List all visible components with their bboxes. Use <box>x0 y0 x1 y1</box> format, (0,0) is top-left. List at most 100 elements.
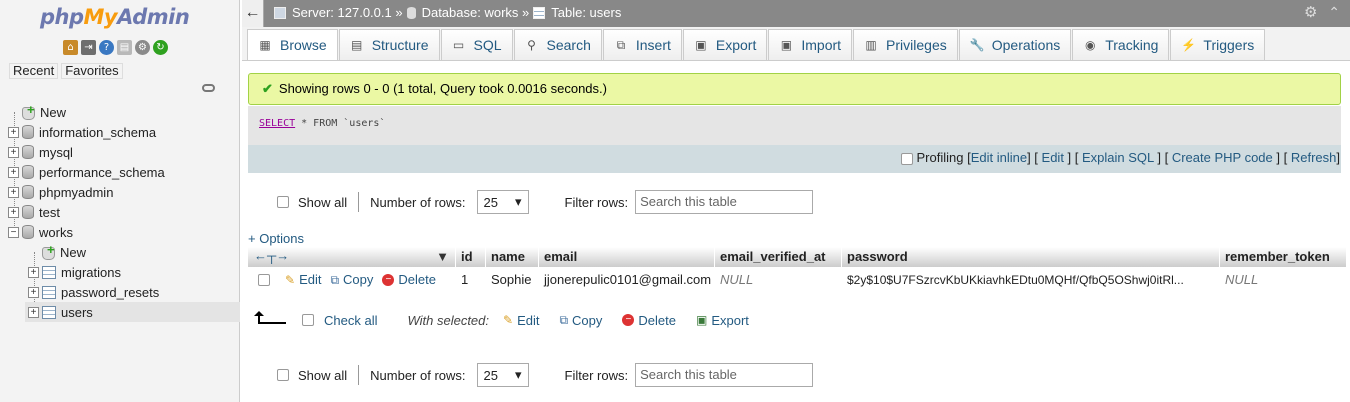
cell-email[interactable]: jjonerepulic0101@gmail.com <box>539 268 715 292</box>
edit-inline-link[interactable]: Edit inline <box>971 150 1027 165</box>
tab-tracking[interactable]: ◉ Tracking <box>1072 29 1170 60</box>
cell-remember-token[interactable]: NULL <box>1220 268 1347 292</box>
logout-icon[interactable]: ⇥ <box>81 40 96 55</box>
number-of-rows-value: 25 <box>483 194 498 210</box>
reload-icon[interactable]: ↻ <box>153 40 168 55</box>
database-icon <box>406 6 416 19</box>
tab-browse[interactable]: ▦ Browse <box>247 29 338 60</box>
breadcrumb-server[interactable]: Server: 127.0.0.1 » <box>292 5 403 20</box>
tree-item-works[interactable]: − works <box>8 222 240 242</box>
show-all-checkbox[interactable] <box>277 369 289 381</box>
settings-gear-icon[interactable]: ⚙ <box>135 40 150 55</box>
favorites-button[interactable]: Favorites <box>61 63 123 79</box>
column-header-email[interactable]: email <box>539 247 715 267</box>
bulk-delete-button[interactable]: − Delete <box>622 313 676 328</box>
phpmyadmin-logo[interactable]: phpMyAdmin <box>40 5 190 29</box>
bulk-export-button[interactable]: ▣ Export <box>696 313 749 328</box>
page-settings-gear-icon[interactable]: ⚙ <box>1304 5 1320 21</box>
bulk-copy-button[interactable]: ⧉ Copy <box>559 313 602 328</box>
tree-item-information-schema[interactable]: + information_schema <box>8 122 240 142</box>
tab-privileges[interactable]: ▥ Privileges <box>853 29 958 60</box>
tree-item-performance-schema[interactable]: + performance_schema <box>8 162 240 182</box>
options-link[interactable]: + Options <box>248 231 304 246</box>
edit-query-link[interactable]: Edit <box>1042 150 1064 165</box>
column-header-id[interactable]: id <box>456 247 486 267</box>
tree-item-label: test <box>39 204 60 220</box>
tab-export[interactable]: ▣ Export <box>682 29 768 60</box>
tree-item-works-new[interactable]: New <box>8 242 240 262</box>
tree-item-migrations[interactable]: + migrations <box>8 262 240 282</box>
bulk-edit-button[interactable]: ✎ Edit <box>503 313 539 328</box>
delete-icon: − <box>382 274 395 286</box>
refresh-link[interactable]: Refresh <box>1291 150 1337 165</box>
database-icon <box>22 225 34 239</box>
cell-email-verified-at[interactable]: NULL <box>715 268 842 292</box>
table-icon <box>42 265 56 279</box>
tab-triggers[interactable]: ⚡ Triggers <box>1170 29 1266 60</box>
tab-operations[interactable]: 🔧 Operations <box>958 29 1072 60</box>
filter-rows-input[interactable]: Search this table <box>635 190 814 214</box>
check-all-label[interactable]: Check all <box>324 313 377 328</box>
tab-insert[interactable]: ⧉ Insert <box>602 29 682 60</box>
expand-icon[interactable]: + <box>28 306 39 318</box>
show-all-label: Show all <box>298 194 348 210</box>
sort-dropdown-icon[interactable]: ▼ <box>436 247 449 267</box>
tree-item-new[interactable]: New <box>8 102 240 122</box>
number-of-rows-select[interactable]: 25 ▾ <box>476 190 529 214</box>
expand-icon[interactable]: + <box>8 166 19 178</box>
link-with-main-panel-icon[interactable] <box>202 84 215 92</box>
tab-label: Browse <box>280 37 327 53</box>
row-checkbox[interactable] <box>258 274 270 286</box>
expand-icon[interactable]: + <box>8 186 19 198</box>
show-all-checkbox[interactable] <box>277 196 289 208</box>
collapse-top-menu-icon[interactable]: ⌃ <box>1328 4 1340 21</box>
tree-item-users[interactable]: + users <box>25 302 240 322</box>
tab-sql[interactable]: ▭ SQL <box>440 29 513 60</box>
row-delete-button[interactable]: − Delete <box>382 268 436 292</box>
expand-icon[interactable]: + <box>8 126 19 138</box>
server-icon <box>274 6 286 19</box>
tree-item-phpmyadmin[interactable]: + phpmyadmin <box>8 182 240 202</box>
tree-item-mysql[interactable]: + mysql <box>8 142 240 162</box>
cell-id[interactable]: 1 <box>456 268 486 292</box>
cell-password[interactable]: $2y$10$U7FSzrcvKbUKkiavhkEDtu0MQHf/QfbQ5… <box>842 268 1220 292</box>
breadcrumb-database[interactable]: Database: works » <box>422 5 530 20</box>
filter-rows-input[interactable]: Search this table <box>635 363 814 387</box>
tab-import[interactable]: ▣ Import <box>768 29 853 60</box>
recent-button[interactable]: Recent <box>9 63 59 79</box>
column-header-email-verified-at[interactable]: email_verified_at <box>715 247 842 267</box>
home-icon[interactable]: ⌂ <box>63 40 78 55</box>
separator <box>358 192 360 212</box>
expand-icon[interactable]: + <box>8 146 19 158</box>
cell-name[interactable]: Sophie <box>486 268 539 292</box>
column-header-password[interactable]: password <box>842 247 1220 267</box>
tree-item-test[interactable]: + test <box>8 202 240 222</box>
breadcrumb-table[interactable]: Table: users <box>551 5 621 20</box>
column-header-name[interactable]: name <box>486 247 539 267</box>
privileges-icon: ▥ <box>865 37 877 52</box>
copy-label: Copy <box>572 312 603 328</box>
collapse-navigation-button[interactable]: ← <box>242 0 264 27</box>
column-resize-icon[interactable]: ←┬→ <box>254 246 289 266</box>
help-icon[interactable]: ? <box>99 40 114 55</box>
tab-label: Search <box>546 37 591 53</box>
check-all-checkbox[interactable] <box>302 314 314 326</box>
docs-icon[interactable]: ▤ <box>117 40 132 55</box>
column-header-remember-token[interactable]: remember_token <box>1220 247 1347 267</box>
expand-icon[interactable]: + <box>28 266 39 278</box>
row-edit-button[interactable]: ✎ Edit <box>285 268 321 292</box>
database-icon <box>22 205 34 219</box>
collapse-icon[interactable]: − <box>8 226 19 238</box>
explain-sql-link[interactable]: Explain SQL <box>1082 150 1154 165</box>
number-of-rows-select[interactable]: 25 ▾ <box>476 363 529 387</box>
expand-icon[interactable]: + <box>8 206 19 218</box>
row-copy-button[interactable]: ⧉ Copy <box>330 268 373 292</box>
database-icon <box>22 125 34 139</box>
profiling-checkbox[interactable] <box>900 152 913 165</box>
tree-item-password-resets[interactable]: + password_resets <box>8 282 240 302</box>
create-php-code-link[interactable]: Create PHP code <box>1172 150 1273 165</box>
sql-keyword-link[interactable]: SELECT <box>259 118 295 129</box>
tab-structure[interactable]: ▤ Structure <box>338 29 440 60</box>
expand-icon[interactable]: + <box>28 286 39 298</box>
tab-search[interactable]: ⚲ Search <box>513 29 602 60</box>
